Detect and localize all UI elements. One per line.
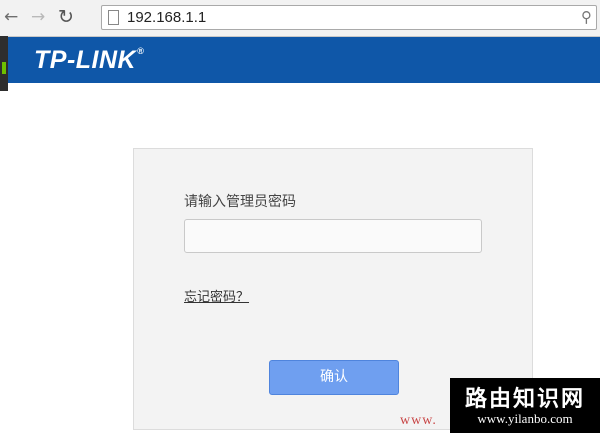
registered-mark: ® <box>137 46 145 56</box>
page-icon <box>108 10 119 25</box>
password-prompt: 请输入管理员密码 <box>184 194 296 210</box>
admin-password-field[interactable] <box>184 219 482 253</box>
forgot-password-link[interactable]: 忘记密码？ <box>184 286 249 305</box>
reload-icon[interactable]: ↻ <box>58 7 74 27</box>
address-bar[interactable]: 192.168.1.1 ⚲ <box>101 5 597 30</box>
watermark-badge: 路由知识网 www.yilanbo.com <box>450 378 600 433</box>
back-arrow-icon[interactable]: ← <box>4 7 18 27</box>
url-text[interactable]: 192.168.1.1 <box>127 9 206 26</box>
page-header: TP-LINK® <box>8 37 600 83</box>
tp-link-logo: TP-LINK® <box>34 46 144 75</box>
watermark-title: 路由知识网 <box>464 387 585 412</box>
confirm-button[interactable]: 确认 <box>269 360 399 395</box>
watermark-www: www. <box>400 413 437 428</box>
status-light <box>2 62 6 74</box>
logo-text: TP-LINK <box>34 46 137 74</box>
forward-arrow-icon[interactable]: → <box>31 7 45 27</box>
watermark-url: www.yilanbo.com <box>477 411 573 426</box>
side-indicator <box>0 36 8 91</box>
browser-toolbar: ← → ↻ 192.168.1.1 ⚲ <box>0 0 600 37</box>
search-icon[interactable]: ⚲ <box>581 8 592 26</box>
